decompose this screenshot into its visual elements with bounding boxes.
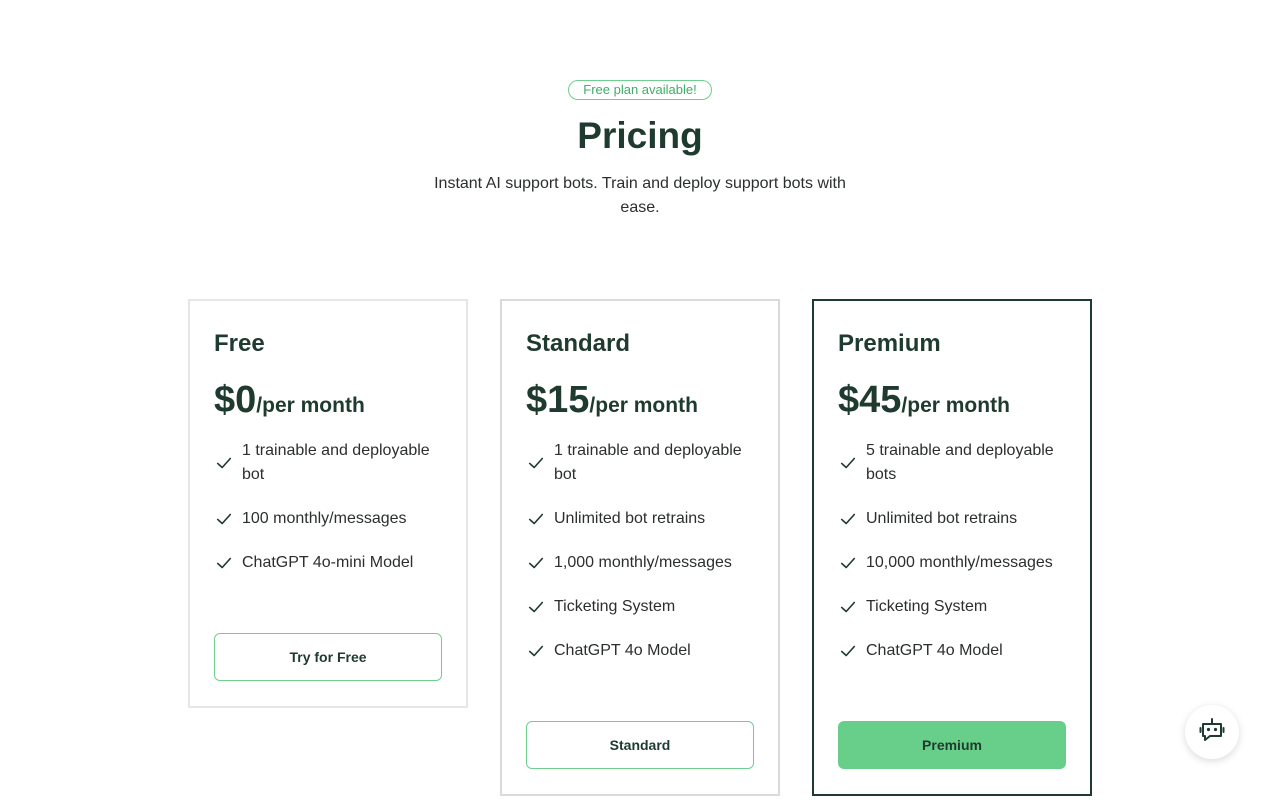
price-period: /per month bbox=[589, 394, 698, 417]
feature-list: 5 trainable and deployable bots Unlimite… bbox=[838, 439, 1074, 683]
try-for-free-button[interactable]: Try for Free bbox=[214, 633, 442, 681]
plan-card-free: Free $0/per month 1 trainable and deploy… bbox=[188, 299, 468, 708]
free-plan-badge: Free plan available! bbox=[568, 80, 712, 100]
premium-plan-button[interactable]: Premium bbox=[838, 721, 1066, 769]
check-icon bbox=[526, 553, 546, 573]
check-icon bbox=[526, 597, 546, 617]
feature-text: 1 trainable and deployable bot bbox=[554, 442, 742, 483]
feature-item: 100 monthly/messages bbox=[214, 507, 450, 531]
page-subtitle: Instant AI support bots. Train and deplo… bbox=[434, 175, 846, 216]
feature-item: 1 trainable and deployable bot bbox=[214, 439, 450, 487]
plan-card-premium: Premium $45/per month 5 trainable and de… bbox=[812, 299, 1092, 796]
check-icon bbox=[838, 597, 858, 617]
plan-name: Premium bbox=[838, 330, 941, 357]
plan-price: $15/per month bbox=[526, 377, 698, 423]
feature-text: 5 trainable and deployable bots bbox=[866, 442, 1054, 483]
feature-item: Unlimited bot retrains bbox=[838, 507, 1074, 531]
feature-item: 1 trainable and deployable bot bbox=[526, 439, 762, 487]
feature-text: Ticketing System bbox=[554, 598, 676, 615]
check-icon bbox=[526, 641, 546, 661]
feature-text: 1,000 monthly/messages bbox=[554, 554, 732, 571]
check-icon bbox=[214, 509, 234, 529]
feature-text: 10,000 monthly/messages bbox=[866, 554, 1053, 571]
feature-item: ChatGPT 4o-mini Model bbox=[214, 551, 450, 575]
plan-name: Standard bbox=[526, 330, 631, 357]
feature-text: 100 monthly/messages bbox=[242, 510, 407, 527]
feature-text: ChatGPT 4o-mini Model bbox=[242, 554, 414, 571]
feature-item: ChatGPT 4o Model bbox=[526, 639, 762, 663]
check-icon bbox=[838, 641, 858, 661]
feature-item: 5 trainable and deployable bots bbox=[838, 439, 1074, 487]
feature-list: 1 trainable and deployable bot Unlimited… bbox=[526, 439, 762, 683]
feature-item: 1,000 monthly/messages bbox=[526, 551, 762, 575]
plan-card-standard: Standard $15/per month 1 trainable and d… bbox=[500, 299, 780, 796]
pricing-page: Free plan available! Pricing Instant AI … bbox=[0, 0, 1280, 800]
price-amount: $45 bbox=[838, 379, 902, 421]
feature-item: Ticketing System bbox=[526, 595, 762, 619]
feature-list: 1 trainable and deployable bot 100 month… bbox=[214, 439, 450, 595]
feature-text: Ticketing System bbox=[866, 598, 988, 615]
plan-price: $0/per month bbox=[214, 377, 365, 423]
feature-text: Unlimited bot retrains bbox=[554, 510, 706, 527]
feature-item: ChatGPT 4o Model bbox=[838, 639, 1074, 663]
check-icon bbox=[838, 509, 858, 529]
price-amount: $15 bbox=[526, 379, 590, 421]
feature-item: 10,000 monthly/messages bbox=[838, 551, 1074, 575]
price-amount: $0 bbox=[214, 379, 257, 421]
check-icon bbox=[214, 453, 234, 473]
check-icon bbox=[526, 453, 546, 473]
feature-text: ChatGPT 4o Model bbox=[866, 642, 1003, 659]
check-icon bbox=[838, 453, 858, 473]
check-icon bbox=[526, 509, 546, 529]
feature-text: 1 trainable and deployable bot bbox=[242, 442, 430, 483]
price-period: /per month bbox=[901, 394, 1010, 417]
plan-name: Free bbox=[214, 330, 265, 357]
standard-plan-button[interactable]: Standard bbox=[526, 721, 754, 769]
feature-text: ChatGPT 4o Model bbox=[554, 642, 691, 659]
plan-price: $45/per month bbox=[838, 377, 1010, 423]
price-period: /per month bbox=[256, 394, 365, 417]
page-title: Pricing bbox=[577, 115, 703, 156]
check-icon bbox=[838, 553, 858, 573]
check-icon bbox=[214, 553, 234, 573]
chatbot-launcher-button[interactable] bbox=[1185, 705, 1239, 759]
bot-chat-icon bbox=[1198, 716, 1226, 749]
feature-text: Unlimited bot retrains bbox=[866, 510, 1018, 527]
feature-item: Unlimited bot retrains bbox=[526, 507, 762, 531]
feature-item: Ticketing System bbox=[838, 595, 1074, 619]
